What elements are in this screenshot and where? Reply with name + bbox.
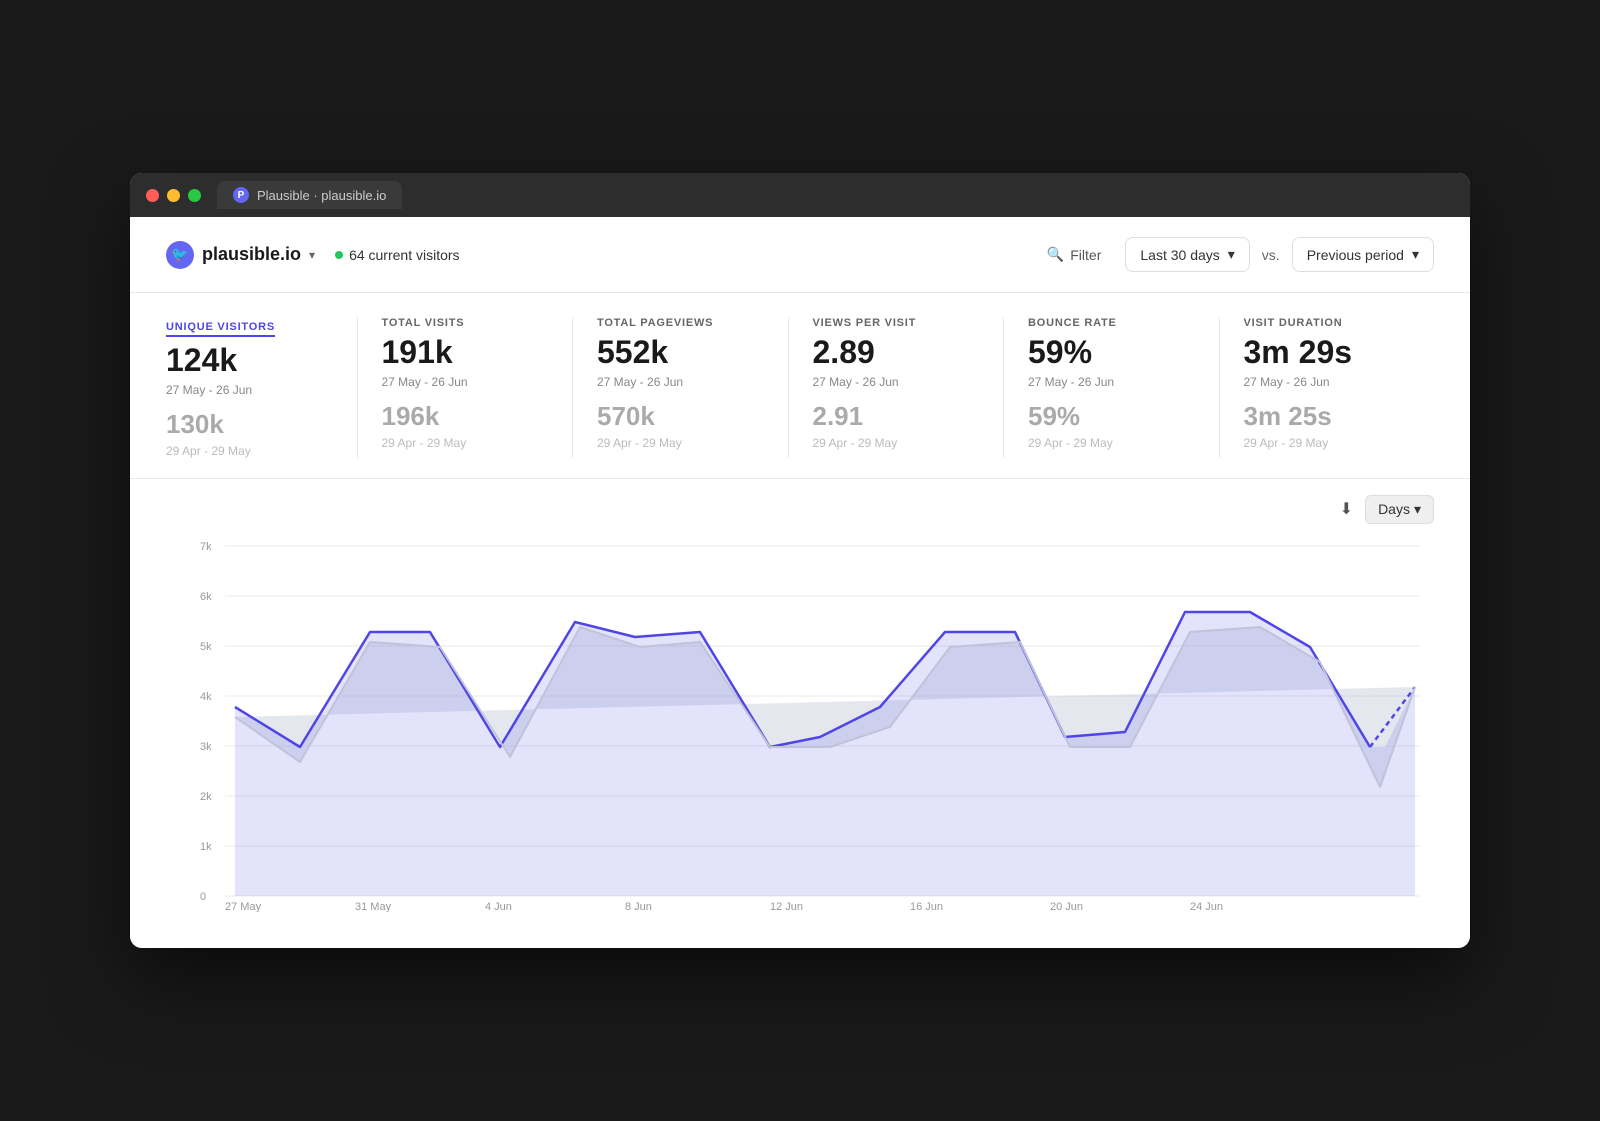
tab-favicon: P xyxy=(233,187,249,203)
stat-prev-date-total-visits: 29 Apr - 29 May xyxy=(382,436,549,450)
svg-text:8 Jun: 8 Jun xyxy=(625,901,652,912)
stat-value-total-pageviews: 552k xyxy=(597,335,764,370)
granularity-chevron-icon: ▾ xyxy=(1414,501,1421,518)
search-icon: 🔍 xyxy=(1047,246,1064,263)
stat-date-unique-visitors: 27 May - 26 Jun xyxy=(166,383,333,397)
stat-card-total-visits[interactable]: TOTAL VISITS 191k 27 May - 26 Jun 196k 2… xyxy=(382,317,574,457)
svg-text:16 Jun: 16 Jun xyxy=(910,901,943,912)
stat-date-total-pageviews: 27 May - 26 Jun xyxy=(597,375,764,389)
stat-card-total-pageviews[interactable]: TOTAL PAGEVIEWS 552k 27 May - 26 Jun 570… xyxy=(597,317,789,457)
stat-label-visit-duration: VISIT DURATION xyxy=(1244,317,1411,329)
stat-prev-value-unique-visitors: 130k xyxy=(166,409,333,440)
stat-label-total-pageviews: TOTAL PAGEVIEWS xyxy=(597,317,764,329)
vs-text: vs. xyxy=(1262,247,1280,263)
os-window: P Plausible · plausible.io 🐦 plausible.i… xyxy=(130,173,1470,947)
svg-text:0: 0 xyxy=(200,891,206,903)
logo-area[interactable]: 🐦 plausible.io ▾ xyxy=(166,241,315,269)
header-right: 🔍 Filter Last 30 days ▾ vs. Previous per… xyxy=(1035,237,1434,272)
stat-value-unique-visitors: 124k xyxy=(166,343,333,378)
stats-row: UNIQUE VISITORS 124k 27 May - 26 Jun 130… xyxy=(130,293,1470,478)
stat-label-unique-visitors: UNIQUE VISITORS xyxy=(166,321,275,337)
stat-card-bounce-rate[interactable]: BOUNCE RATE 59% 27 May - 26 Jun 59% 29 A… xyxy=(1028,317,1220,457)
stat-card-visit-duration[interactable]: VISIT DURATION 3m 29s 27 May - 26 Jun 3m… xyxy=(1244,317,1435,457)
stat-date-bounce-rate: 27 May - 26 Jun xyxy=(1028,375,1195,389)
stat-prev-date-visit-duration: 29 Apr - 29 May xyxy=(1244,436,1411,450)
date-range-dropdown[interactable]: Last 30 days ▾ xyxy=(1125,237,1249,272)
close-button[interactable] xyxy=(146,189,159,202)
stat-date-total-visits: 27 May - 26 Jun xyxy=(382,375,549,389)
stat-value-views-per-visit: 2.89 xyxy=(813,335,980,370)
svg-text:3k: 3k xyxy=(200,741,212,753)
svg-text:31 May: 31 May xyxy=(355,901,392,912)
date-range-label: Last 30 days xyxy=(1140,247,1219,263)
svg-text:5k: 5k xyxy=(200,641,212,653)
compare-chevron-icon: ▾ xyxy=(1412,246,1419,263)
current-visitors-badge: 64 current visitors xyxy=(335,247,459,263)
stat-prev-date-bounce-rate: 29 Apr - 29 May xyxy=(1028,436,1195,450)
chart-area: ⬇ Days ▾ 7k 6k 5k 4k 3k xyxy=(130,479,1470,948)
svg-text:6k: 6k xyxy=(200,591,212,603)
svg-text:2k: 2k xyxy=(200,791,212,803)
compare-label: Previous period xyxy=(1307,247,1404,263)
stat-date-visit-duration: 27 May - 26 Jun xyxy=(1244,375,1411,389)
stat-label-views-per-visit: VIEWS PER VISIT xyxy=(813,317,980,329)
granularity-label: Days xyxy=(1378,501,1410,517)
maximize-button[interactable] xyxy=(188,189,201,202)
chart-toolbar: ⬇ Days ▾ xyxy=(166,495,1434,524)
logo-chevron-icon: ▾ xyxy=(309,248,315,262)
browser-tab[interactable]: P Plausible · plausible.io xyxy=(217,181,402,209)
live-indicator xyxy=(335,251,343,259)
tab-title: Plausible · plausible.io xyxy=(257,188,386,203)
svg-text:4k: 4k xyxy=(200,691,212,703)
granularity-dropdown[interactable]: Days ▾ xyxy=(1365,495,1434,524)
filter-label: Filter xyxy=(1070,247,1101,263)
svg-text:24 Jun: 24 Jun xyxy=(1190,901,1223,912)
compare-dropdown[interactable]: Previous period ▾ xyxy=(1292,237,1434,272)
svg-text:7k: 7k xyxy=(200,541,212,553)
titlebar: P Plausible · plausible.io xyxy=(130,173,1470,217)
stat-prev-value-total-pageviews: 570k xyxy=(597,401,764,432)
logo-text: plausible.io xyxy=(202,244,301,265)
stat-value-total-visits: 191k xyxy=(382,335,549,370)
stat-prev-date-total-pageviews: 29 Apr - 29 May xyxy=(597,436,764,450)
stat-card-unique-visitors[interactable]: UNIQUE VISITORS 124k 27 May - 26 Jun 130… xyxy=(166,317,358,457)
stat-prev-date-views-per-visit: 29 Apr - 29 May xyxy=(813,436,980,450)
stat-prev-value-total-visits: 196k xyxy=(382,401,549,432)
stat-date-views-per-visit: 27 May - 26 Jun xyxy=(813,375,980,389)
svg-text:1k: 1k xyxy=(200,841,212,853)
stat-prev-value-visit-duration: 3m 25s xyxy=(1244,401,1411,432)
traffic-lights xyxy=(146,189,201,202)
stat-label-total-visits: TOTAL VISITS xyxy=(382,317,549,329)
stat-card-views-per-visit[interactable]: VIEWS PER VISIT 2.89 27 May - 26 Jun 2.9… xyxy=(813,317,1005,457)
header: 🐦 plausible.io ▾ 64 current visitors 🔍 F… xyxy=(130,217,1470,293)
svg-text:4 Jun: 4 Jun xyxy=(485,901,512,912)
chart-container: 7k 6k 5k 4k 3k 2k 1k 0 xyxy=(166,532,1434,912)
download-icon[interactable]: ⬇ xyxy=(1340,499,1353,519)
svg-text:27 May: 27 May xyxy=(225,901,262,912)
stat-prev-date-unique-visitors: 29 Apr - 29 May xyxy=(166,444,333,458)
stat-prev-value-views-per-visit: 2.91 xyxy=(813,401,980,432)
stat-prev-value-bounce-rate: 59% xyxy=(1028,401,1195,432)
svg-text:12 Jun: 12 Jun xyxy=(770,901,803,912)
stat-value-bounce-rate: 59% xyxy=(1028,335,1195,370)
svg-text:20 Jun: 20 Jun xyxy=(1050,901,1083,912)
minimize-button[interactable] xyxy=(167,189,180,202)
plausible-logo-icon: 🐦 xyxy=(166,241,194,269)
filter-button[interactable]: 🔍 Filter xyxy=(1035,240,1114,269)
main-chart: 7k 6k 5k 4k 3k 2k 1k 0 xyxy=(166,532,1434,912)
main-content: 🐦 plausible.io ▾ 64 current visitors 🔍 F… xyxy=(130,217,1470,947)
date-range-chevron-icon: ▾ xyxy=(1228,246,1235,263)
stat-label-bounce-rate: BOUNCE RATE xyxy=(1028,317,1195,329)
stat-value-visit-duration: 3m 29s xyxy=(1244,335,1411,370)
current-visitors-count: 64 current visitors xyxy=(349,247,459,263)
